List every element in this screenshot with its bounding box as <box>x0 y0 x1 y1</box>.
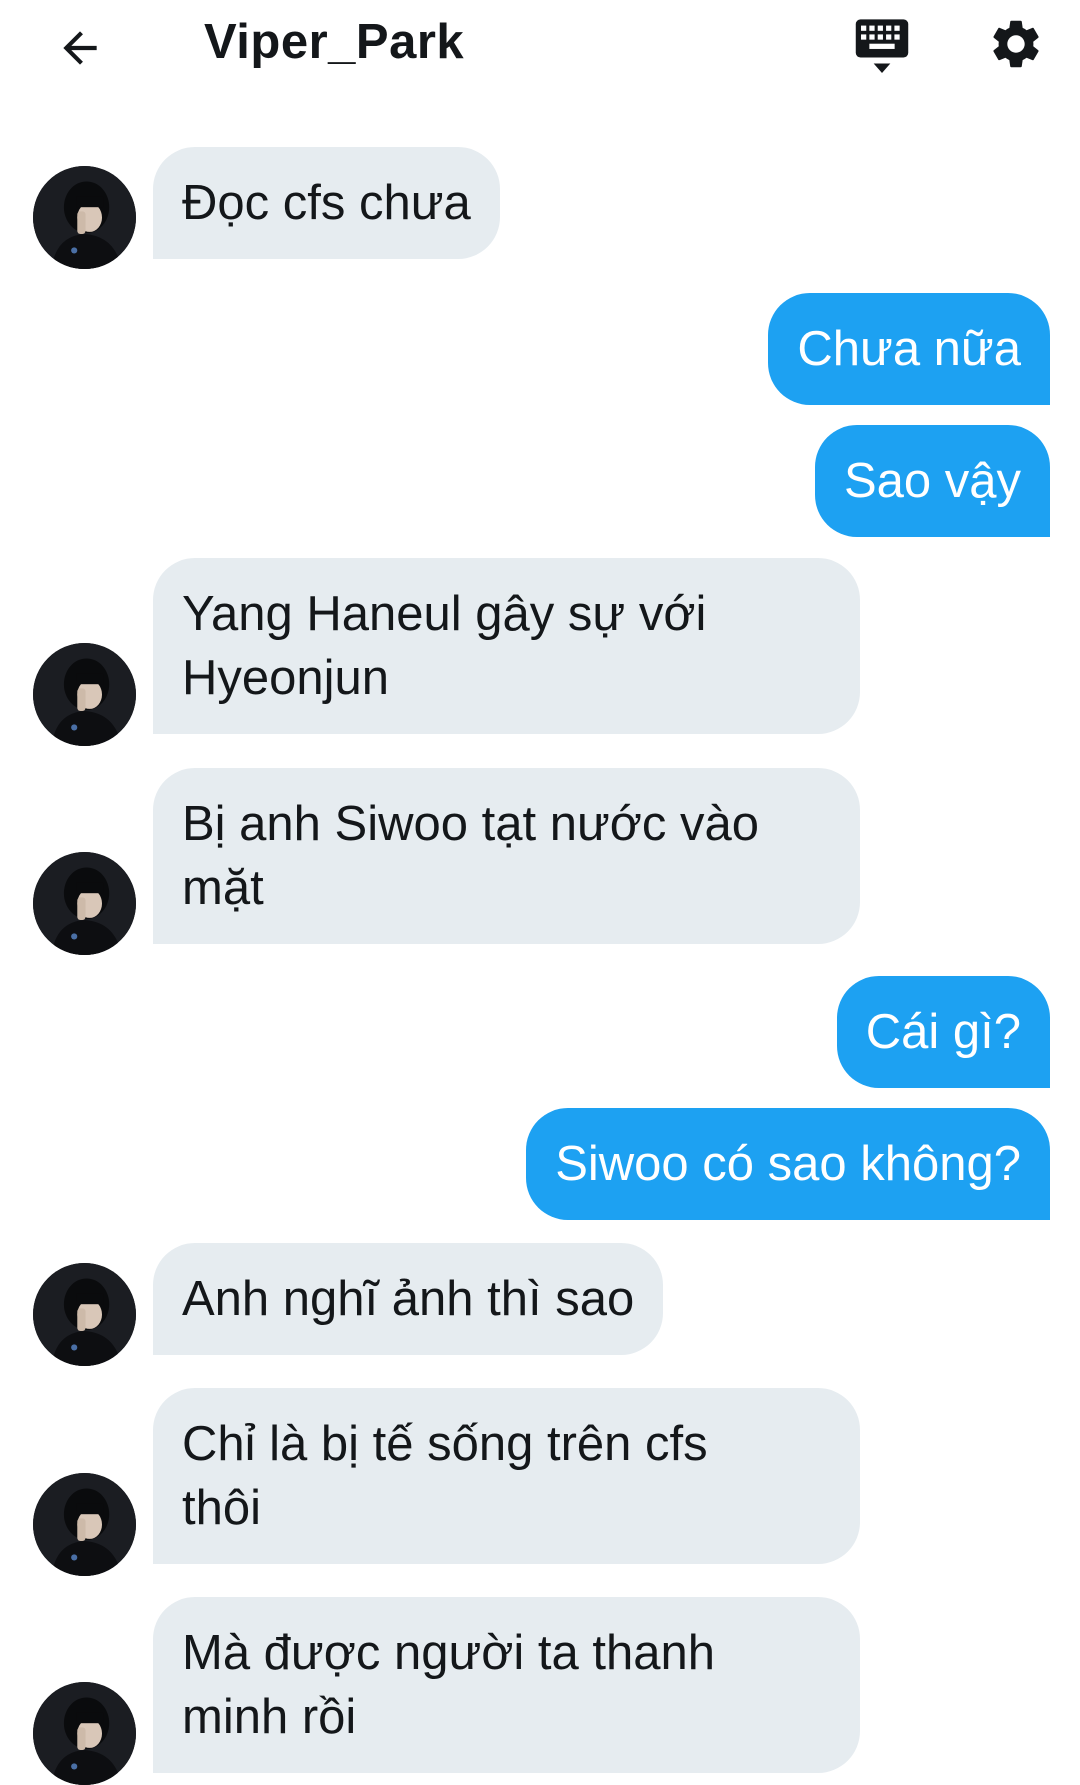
avatar[interactable] <box>33 1682 136 1785</box>
message-bubble-incoming[interactable]: Yang Haneul gây sự với Hyeonjun <box>153 558 860 734</box>
conversation-header: Viper_Park <box>0 0 1080 96</box>
gear-icon <box>993 20 1039 68</box>
message-bubble-incoming[interactable]: Chỉ là bị tế sống trên cfs thôi <box>153 1388 860 1564</box>
arrow-left-icon <box>63 31 97 65</box>
message-bubble-incoming[interactable]: Đọc cfs chưa <box>153 147 500 259</box>
avatar[interactable] <box>33 1263 136 1366</box>
avatar[interactable] <box>33 166 136 269</box>
message-bubble-incoming[interactable]: Bị anh Siwoo tạt nước vào mặt <box>153 768 860 944</box>
avatar-photo <box>33 852 136 955</box>
keyboard-button[interactable] <box>848 14 916 82</box>
message-bubble-outgoing[interactable]: Sao vậy <box>814 425 1050 537</box>
message-bubble-incoming[interactable]: Mà được người ta thanh minh rồi <box>153 1597 860 1773</box>
avatar[interactable] <box>33 1473 136 1576</box>
avatar[interactable] <box>33 852 136 955</box>
settings-button[interactable] <box>984 12 1048 76</box>
back-button[interactable] <box>48 16 112 80</box>
message-bubble-outgoing[interactable]: Chưa nữa <box>768 293 1050 405</box>
avatar-photo <box>33 1263 136 1366</box>
avatar-photo <box>33 643 136 746</box>
avatar-photo <box>33 1473 136 1576</box>
avatar-photo <box>33 1682 136 1785</box>
avatar[interactable] <box>33 643 136 746</box>
message-bubble-outgoing[interactable]: Cái gì? <box>836 976 1050 1088</box>
message-bubble-outgoing[interactable]: Siwoo có sao không? <box>526 1108 1050 1220</box>
avatar-photo <box>33 166 136 269</box>
message-bubble-incoming[interactable]: Anh nghĩ ảnh thì sao <box>153 1243 664 1355</box>
keyboard-icon <box>855 19 909 74</box>
conversation-title[interactable]: Viper_Park <box>204 10 464 74</box>
